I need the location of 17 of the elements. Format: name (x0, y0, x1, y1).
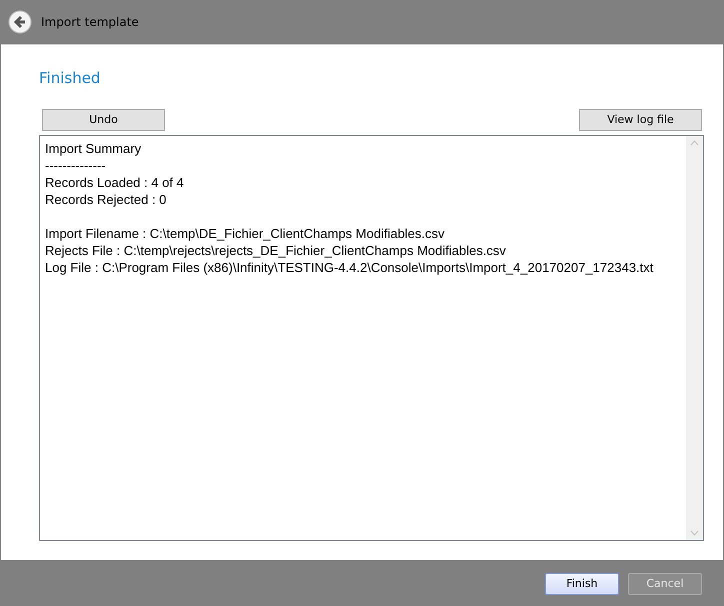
window-title: Import template (41, 14, 139, 31)
scroll-up-icon[interactable] (690, 140, 699, 146)
log-line: Log File : C:\Program Files (x86)\Infinity\TESTING-4.4.2\Console\Imports\Import_4_20170207_172343.txt (45, 259, 654, 276)
back-icon[interactable] (8, 10, 32, 34)
log-text-area[interactable] (39, 135, 704, 541)
scroll-down-icon[interactable] (690, 530, 699, 536)
page-heading: Finished (39, 68, 100, 89)
log-line: -------------- (45, 157, 106, 174)
log-line: Rejects File : C:\temp\rejects\rejects_DE_Fichier_ClientChamps Modifiables.csv (45, 242, 506, 259)
log-line: Import Filename : C:\temp\DE_Fichier_ClientChamps Modifiables.csv (45, 225, 445, 242)
log-line: Records Rejected : 0 (45, 191, 166, 208)
log-line: Records Loaded : 4 of 4 (45, 174, 184, 191)
dialog-button[interactable]: Finish (545, 573, 619, 595)
undo-button[interactable]: Undo (42, 109, 165, 131)
scrollbar[interactable] (686, 136, 703, 540)
view-log-button[interactable]: View log file (579, 109, 702, 131)
log-line: Import Summary (45, 140, 142, 157)
